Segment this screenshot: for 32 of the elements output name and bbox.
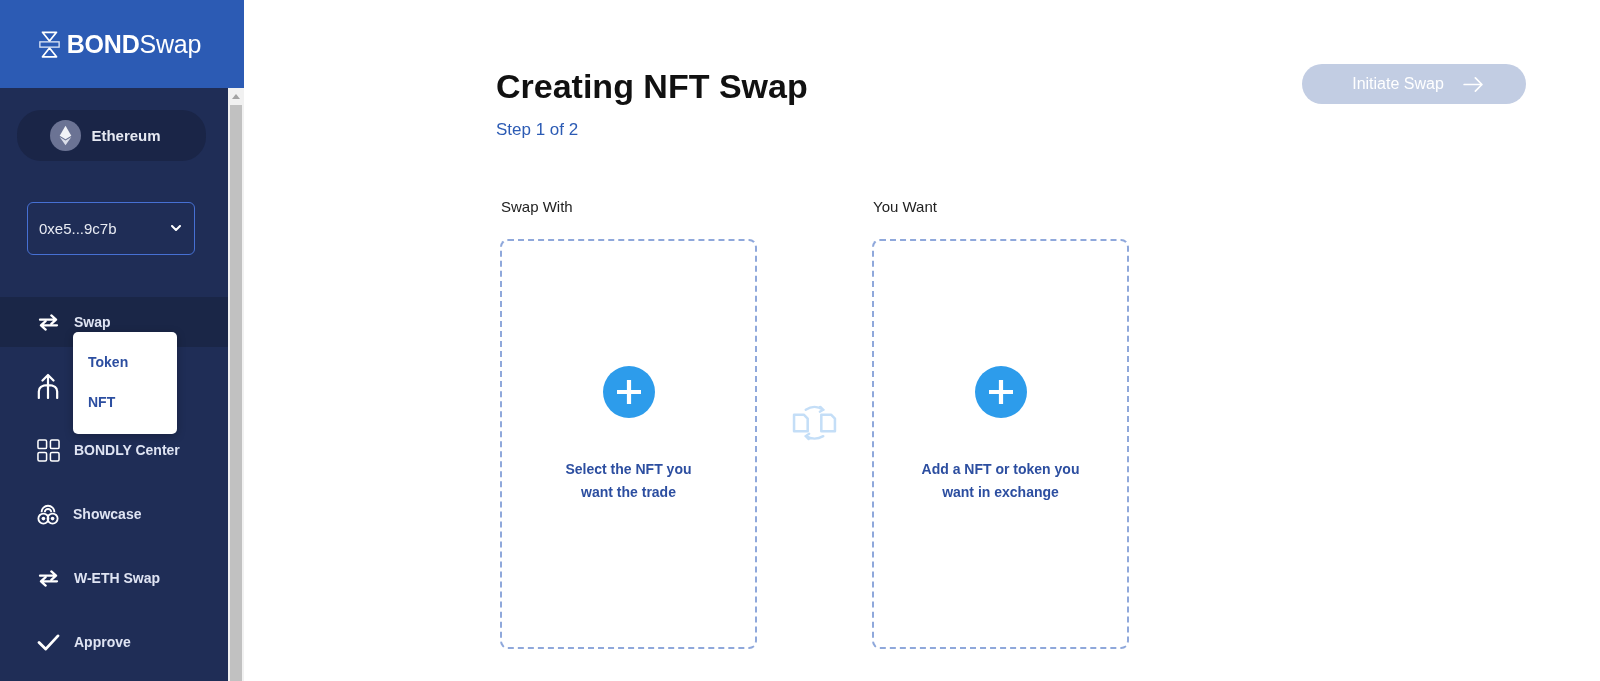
branching-arrow-icon — [37, 373, 59, 399]
account-select[interactable]: 0xe5...9c7b — [27, 201, 195, 255]
drop-zone[interactable]: Add a NFT or token you want in exchange — [872, 239, 1129, 649]
nav-item[interactable]: Showcase — [37, 489, 142, 539]
add-icon[interactable] — [974, 366, 1027, 418]
swap-arrows-icon — [37, 313, 60, 331]
page-title: Creating NFT Swap — [496, 66, 808, 106]
check-icon — [37, 633, 60, 651]
logo-wordmark: BONDSwap — [66, 31, 202, 57]
hourglass-logo-icon — [38, 30, 60, 58]
panel-heading: Swap With — [500, 197, 573, 217]
nav-item[interactable]: BONDLY Center — [37, 425, 180, 475]
step-indicator: Step 1 of 2 — [496, 119, 579, 141]
drop-zone-hint: Select the NFT you want the trade — [565, 460, 692, 502]
submenu-item[interactable]: NFT — [88, 391, 116, 413]
swap-arrows-icon — [37, 569, 60, 587]
submenu-item[interactable]: Token — [88, 351, 129, 373]
drop-zone-hint: Add a NFT or token you want in exchange — [921, 460, 1080, 502]
scrollbar[interactable] — [228, 88, 244, 681]
scrollbar-thumb[interactable] — [230, 105, 242, 681]
arrow-right-icon — [1462, 76, 1484, 92]
nav-item[interactable]: W-ETH Swap — [37, 553, 161, 603]
chevron-down-icon — [171, 225, 181, 232]
drop-zone[interactable]: Select the NFT you want the trade — [500, 239, 757, 649]
swap-documents-icon — [792, 404, 837, 441]
rings-icon — [37, 502, 59, 526]
panel-heading: You Want — [872, 197, 937, 217]
scroll-up-arrow-icon[interactable] — [232, 94, 240, 99]
network-selector[interactable]: Ethereum — [17, 110, 206, 161]
add-icon[interactable] — [602, 366, 655, 418]
nav-item[interactable]: Approve — [37, 617, 131, 667]
grid-icon — [37, 438, 60, 462]
